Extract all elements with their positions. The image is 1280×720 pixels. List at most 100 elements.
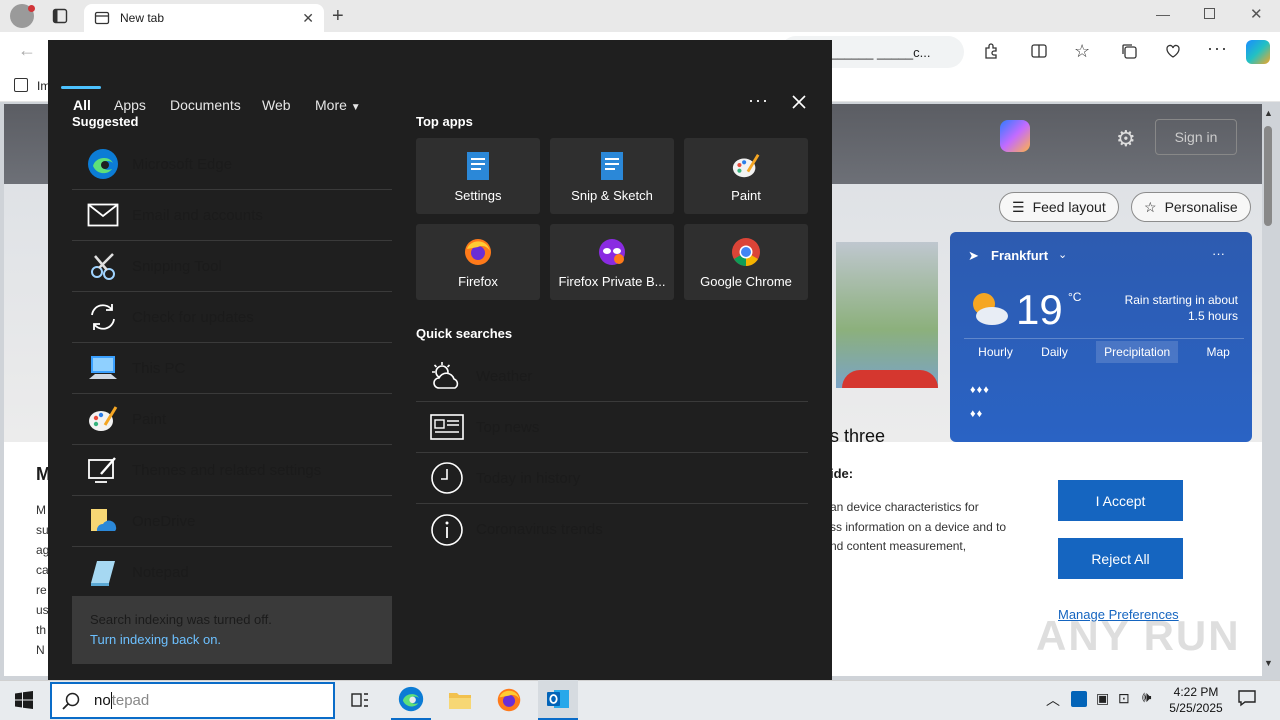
top-app-snip-sketch[interactable]: Snip & Sketch [550, 138, 674, 214]
newtab-page-icon [94, 11, 110, 25]
copilot-search-icon[interactable] [1000, 120, 1030, 152]
panel-options-icon[interactable]: ··· [748, 90, 769, 111]
reject-all-button[interactable]: Reject All [1058, 538, 1183, 579]
weather-tab-hourly[interactable]: Hourly [978, 345, 1013, 359]
quick-search-weather[interactable]: Weather [416, 351, 808, 402]
split-screen-icon[interactable] [1030, 42, 1048, 60]
weather-more-icon[interactable]: ··· [1212, 246, 1225, 261]
taskbar-edge-icon[interactable] [391, 680, 431, 720]
clock-date: 5/25/2025 [1169, 701, 1223, 715]
maximize-icon[interactable] [1204, 8, 1215, 19]
suggested-item-label: Notepad [132, 564, 189, 581]
news-image-detail [842, 370, 938, 388]
snip-sketch-icon [596, 150, 628, 182]
indexing-notice: Search indexing was turned off. Turn ind… [72, 596, 392, 664]
panel-close-icon[interactable] [791, 94, 807, 110]
taskbar-firefox-icon[interactable] [489, 680, 529, 720]
tab-web[interactable]: Web [262, 97, 291, 113]
tray-outlook-icon[interactable] [1071, 691, 1087, 707]
indexing-message: Search indexing was turned off. [90, 612, 272, 627]
notifications-icon[interactable] [1238, 689, 1256, 707]
paint-icon [730, 150, 762, 182]
scroll-down-icon[interactable]: ▼ [1264, 658, 1273, 668]
city-chevron-icon[interactable]: ⌄ [1058, 248, 1067, 261]
extensions-icon[interactable] [982, 42, 1000, 60]
collections-icon[interactable] [1120, 42, 1138, 60]
top-app-paint[interactable]: Paint [684, 138, 808, 214]
top-app-settings[interactable]: Settings [416, 138, 540, 214]
tray-device-icon[interactable]: ▣ [1096, 690, 1109, 707]
tab-all[interactable]: All [73, 97, 91, 113]
suggested-item-updates[interactable]: Check for updates [72, 292, 392, 343]
sun-cloud-icon [966, 288, 1010, 328]
quick-search-label: Weather [476, 367, 533, 385]
show-hidden-icons-chevron-icon[interactable]: ︿ [1046, 690, 1060, 710]
weather-tab-precipitation[interactable]: Precipitation [1096, 340, 1179, 363]
page-settings-gear-icon[interactable]: ⚙ [1116, 126, 1136, 152]
taskbar-outlook-icon[interactable] [538, 680, 578, 720]
back-icon[interactable]: ← [18, 40, 36, 61]
weather-desc-line1: Rain starting in about [1124, 293, 1238, 307]
file-explorer-icon[interactable] [440, 680, 480, 720]
tab-close-icon[interactable]: ✕ [302, 10, 314, 27]
quick-search-history[interactable]: Today in history [416, 453, 808, 504]
copilot-icon[interactable] [1246, 40, 1270, 64]
tab-apps[interactable]: Apps [114, 97, 146, 113]
suggested-item-label: Snipping Tool [132, 257, 222, 275]
system-clock[interactable]: 4:22 PM 5/25/2025 [1164, 684, 1228, 716]
start-windows-icon[interactable] [4, 680, 44, 720]
import-favorites-icon[interactable] [14, 78, 28, 92]
taskbar-search-box[interactable]: notepad [50, 682, 335, 719]
clock-icon [430, 461, 464, 495]
favorites-star-icon[interactable]: ☆ [1074, 41, 1090, 62]
weather-unit: °C [1068, 290, 1082, 304]
turn-indexing-on-link[interactable]: Turn indexing back on. [90, 630, 374, 650]
weather-card[interactable]: ➤ Frankfurt ⌄ ··· 19 °C Rain starting in… [950, 232, 1252, 442]
minimize-icon[interactable]: — [1156, 6, 1170, 22]
tab-actions-icon[interactable] [52, 8, 68, 24]
suggested-item-onedrive[interactable]: OneDrive [72, 496, 392, 547]
task-view-icon[interactable] [340, 680, 380, 720]
firefox-private-icon [596, 236, 628, 268]
notepad-icon [86, 556, 120, 590]
suggested-item-email[interactable]: Email and accounts [72, 190, 392, 241]
sign-in-button[interactable]: Sign in [1155, 119, 1237, 155]
suggested-item-thispc[interactable]: This PC [72, 343, 392, 394]
tab-documents[interactable]: Documents [170, 97, 241, 113]
suggested-item-themes[interactable]: Themes and related settings [72, 445, 392, 496]
top-app-firefox[interactable]: Firefox [416, 224, 540, 300]
volume-icon[interactable]: 🕪 [1142, 689, 1151, 706]
rain-drops-icon: ♦♦♦ ♦♦ [970, 384, 990, 420]
suggested-item-notepad[interactable]: Notepad [72, 547, 392, 598]
top-app-firefox-private[interactable]: Firefox Private B... [550, 224, 674, 300]
browser-tab[interactable]: New tab ✕ [84, 4, 324, 32]
top-app-chrome[interactable]: Google Chrome [684, 224, 808, 300]
suggested-item-paint[interactable]: Paint [72, 394, 392, 445]
weather-city[interactable]: Frankfurt [991, 248, 1048, 263]
browser-essentials-icon[interactable] [1164, 42, 1182, 60]
quick-search-news[interactable]: Top news [416, 402, 808, 453]
suggested-item-label: Check for updates [132, 308, 254, 326]
weather-tab-daily[interactable]: Daily [1041, 345, 1068, 359]
top-app-label: Google Chrome [700, 273, 792, 289]
notification-dot [28, 5, 35, 12]
suggested-item-snipping[interactable]: Snipping Tool [72, 241, 392, 292]
window-close-icon[interactable]: ✕ [1250, 5, 1263, 23]
weather-desc-line2: 1.5 hours [1187, 309, 1238, 323]
weather-tab-map[interactable]: Map [1207, 345, 1230, 359]
settings-more-icon[interactable]: ··· [1207, 38, 1228, 59]
page-scrollbar[interactable] [1264, 126, 1272, 226]
tab-more[interactable]: More ▼ [315, 97, 361, 113]
personalise-button[interactable]: ☆ Personalise [1131, 192, 1251, 222]
network-icon[interactable]: ⊡ [1118, 690, 1130, 707]
news-image[interactable] [836, 242, 938, 388]
consent-line2: ss information on a device and to [830, 519, 1007, 534]
new-tab-icon[interactable]: + [332, 5, 344, 28]
feed-layout-button[interactable]: ☰ Feed layout [999, 192, 1119, 222]
accept-button[interactable]: I Accept [1058, 480, 1183, 521]
quick-search-coronavirus[interactable]: Coronavirus trends [416, 504, 808, 555]
anyrun-watermark: ANY RUN [1036, 612, 1241, 659]
suggested-item-edge[interactable]: Microsoft Edge [72, 139, 392, 190]
consent-line1: an device characteristics for [830, 500, 979, 514]
scroll-up-icon[interactable]: ▲ [1264, 108, 1273, 118]
